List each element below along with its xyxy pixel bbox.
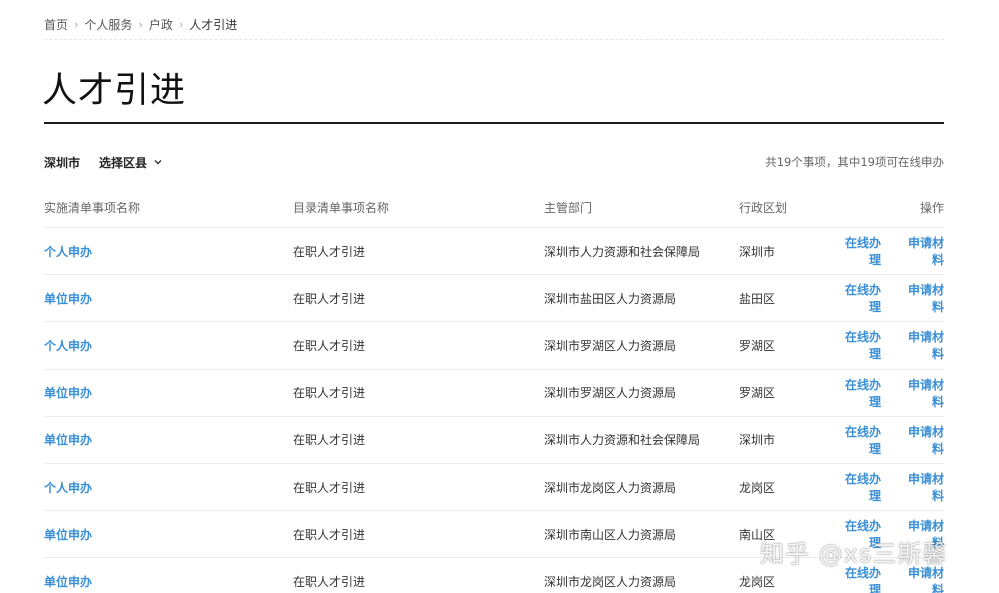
table-row: 单位申办 在职人才引进 深圳市盐田区人力资源局 盐田区 在线办理 申请材料 — [44, 275, 944, 323]
department-cell: 深圳市罗湖区人力资源局 — [544, 338, 677, 353]
actions-cell: 在线办理 申请材料 — [834, 234, 944, 268]
header-actions: 操作 — [919, 201, 944, 215]
table-header: 实施清单事项名称 目录清单事项名称 主管部门 行政区划 操作 — [44, 188, 944, 228]
table-row: 个人申办 在职人才引进 深圳市龙岗区人力资源局 龙岗区 在线办理 申请材料 — [44, 464, 944, 512]
region-cell: 盐田区 — [739, 291, 776, 306]
department-cell: 深圳市人力资源和社会保障局 — [544, 244, 701, 259]
region-cell: 龙岗区 — [739, 574, 776, 589]
region-cell: 罗湖区 — [739, 386, 776, 401]
application-materials-link[interactable]: 申请材料 — [897, 234, 944, 268]
department-cell: 深圳市龙岗区人力资源局 — [544, 574, 677, 589]
online-apply-link[interactable]: 在线办理 — [834, 281, 881, 315]
actions-cell: 在线办理 申请材料 — [834, 564, 944, 593]
item-name-link[interactable]: 单位申办 — [44, 575, 92, 589]
catalog-name-cell: 在职人才引进 — [293, 244, 366, 259]
region-cell: 深圳市 — [739, 244, 776, 259]
item-name-link[interactable]: 单位申办 — [44, 528, 92, 542]
item-name-link[interactable]: 个人申办 — [44, 245, 92, 259]
department-cell: 深圳市人力资源和社会保障局 — [544, 433, 701, 448]
chevron-down-icon — [154, 160, 162, 165]
application-materials-link[interactable]: 申请材料 — [897, 423, 944, 457]
online-apply-link[interactable]: 在线办理 — [834, 517, 881, 551]
header-region: 行政区划 — [739, 201, 788, 215]
table-row: 个人申办 在职人才引进 深圳市人力资源和社会保障局 深圳市 在线办理 申请材料 — [44, 228, 944, 276]
application-materials-link[interactable]: 申请材料 — [897, 328, 944, 362]
page: 首页 › 个人服务 › 户政 › 人才引进 人才引进 深圳市 选择区县 共19个… — [0, 0, 999, 593]
department-cell: 深圳市南山区人力资源局 — [544, 527, 677, 542]
catalog-name-cell: 在职人才引进 — [293, 338, 366, 353]
district-select-label: 选择区县 — [99, 155, 148, 170]
actions-cell: 在线办理 申请材料 — [834, 517, 944, 551]
department-cell: 深圳市龙岗区人力资源局 — [544, 480, 677, 495]
breadcrumb-household[interactable]: 户政 — [149, 16, 173, 33]
region-cell: 罗湖区 — [739, 338, 776, 353]
actions-cell: 在线办理 申请材料 — [834, 281, 944, 315]
application-materials-link[interactable]: 申请材料 — [897, 376, 944, 410]
table-row: 个人申办 在职人才引进 深圳市罗湖区人力资源局 罗湖区 在线办理 申请材料 — [44, 322, 944, 370]
header-impl-name: 实施清单事项名称 — [44, 201, 141, 215]
online-apply-link[interactable]: 在线办理 — [834, 423, 881, 457]
title-divider — [44, 122, 944, 124]
department-cell: 深圳市盐田区人力资源局 — [544, 291, 677, 306]
actions-cell: 在线办理 申请材料 — [834, 470, 944, 504]
table-row: 单位申办 在职人才引进 深圳市龙岗区人力资源局 龙岗区 在线办理 申请材料 — [44, 558, 944, 593]
item-name-link[interactable]: 单位申办 — [44, 433, 92, 447]
online-apply-link[interactable]: 在线办理 — [834, 470, 881, 504]
catalog-name-cell: 在职人才引进 — [293, 574, 366, 589]
items-table: 实施清单事项名称 目录清单事项名称 主管部门 行政区划 操作 个人申办在职人才引… — [44, 188, 944, 593]
breadcrumb: 首页 › 个人服务 › 户政 › 人才引进 — [44, 18, 944, 40]
breadcrumb-separator-icon: › — [138, 18, 143, 31]
table-row: 单位申办 在职人才引进 深圳市罗湖区人力资源局 罗湖区 在线办理 申请材料 — [44, 370, 944, 417]
catalog-name-cell: 在职人才引进 — [293, 480, 366, 495]
actions-cell: 在线办理 申请材料 — [834, 423, 944, 457]
online-apply-link[interactable]: 在线办理 — [834, 328, 881, 362]
breadcrumb-current: 人才引进 — [189, 18, 238, 32]
item-name-link[interactable]: 单位申办 — [44, 292, 92, 306]
city-filter[interactable]: 深圳市 — [44, 154, 80, 171]
table-row: 单位申办 在职人才引进 深圳市南山区人力资源局 南山区 在线办理 申请材料 — [44, 511, 944, 559]
table-row: 单位申办 在职人才引进 深圳市人力资源和社会保障局 深圳市 在线办理 申请材料 — [44, 417, 944, 464]
online-apply-link[interactable]: 在线办理 — [834, 234, 881, 268]
application-materials-link[interactable]: 申请材料 — [897, 564, 944, 593]
region-cell: 南山区 — [739, 527, 776, 542]
breadcrumb-separator-icon: › — [178, 18, 184, 31]
catalog-name-cell: 在职人才引进 — [293, 433, 366, 448]
department-cell: 深圳市罗湖区人力资源局 — [544, 386, 677, 401]
online-apply-link[interactable]: 在线办理 — [834, 564, 881, 593]
actions-cell: 在线办理 申请材料 — [834, 328, 944, 362]
region-cell: 龙岗区 — [739, 480, 776, 495]
district-select[interactable]: 选择区县 — [99, 154, 163, 171]
catalog-name-cell: 在职人才引进 — [293, 291, 366, 306]
application-materials-link[interactable]: 申请材料 — [897, 517, 944, 551]
item-name-link[interactable]: 个人申办 — [44, 339, 92, 353]
online-apply-link[interactable]: 在线办理 — [834, 376, 881, 410]
item-name-link[interactable]: 个人申办 — [44, 481, 92, 495]
items-summary: 共19个事项，其中19项可在线申办 — [765, 155, 944, 169]
catalog-name-cell: 在职人才引进 — [293, 527, 366, 542]
item-name-link[interactable]: 单位申办 — [44, 386, 92, 400]
header-department: 主管部门 — [544, 201, 593, 215]
table-body: 个人申办 在职人才引进 深圳市人力资源和社会保障局 深圳市 在线办理 申请材料 单位申办 在职… — [44, 228, 944, 593]
breadcrumb-personal-services[interactable]: 个人服务 — [84, 16, 132, 33]
page-title: 人才引进 — [42, 71, 187, 111]
application-materials-link[interactable]: 申请材料 — [897, 281, 944, 315]
actions-cell: 在线办理 申请材料 — [834, 376, 944, 410]
header-catalog-name: 目录清单事项名称 — [293, 201, 390, 215]
catalog-name-cell: 在职人才引进 — [293, 386, 366, 401]
breadcrumb-separator-icon: › — [74, 18, 79, 31]
breadcrumb-home[interactable]: 首页 — [44, 16, 68, 33]
filter-bar: 深圳市 选择区县 共19个事项，其中19项可在线申办 — [44, 151, 944, 173]
application-materials-link[interactable]: 申请材料 — [897, 470, 944, 504]
region-cell: 深圳市 — [739, 433, 776, 448]
